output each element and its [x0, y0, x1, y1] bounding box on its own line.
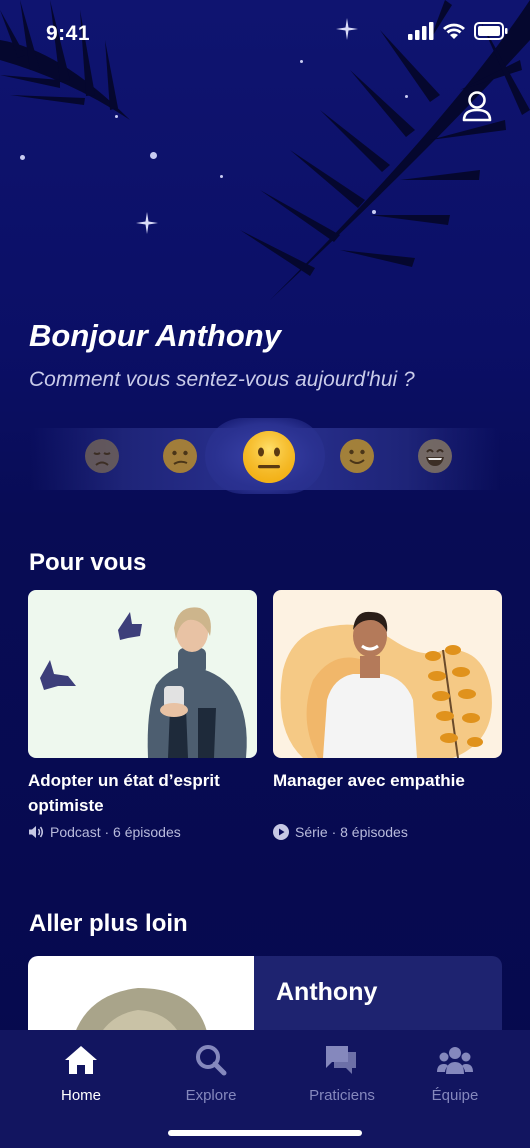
battery-icon	[474, 22, 508, 40]
mood-very-sad-icon[interactable]	[84, 438, 120, 474]
speaker-icon	[29, 826, 43, 838]
tab-explore[interactable]: Explore	[156, 1044, 266, 1104]
woman-illustration	[40, 607, 247, 758]
chat-icon	[326, 1046, 356, 1074]
status-time: 9:41	[46, 22, 91, 45]
man-illustration	[280, 611, 492, 758]
card-title: Adopter un état d’esprit optimiste	[28, 771, 220, 815]
mood-sad-icon[interactable]	[162, 438, 198, 474]
section-title-for-you: Pour vous	[29, 549, 147, 576]
card-image	[273, 590, 502, 758]
mood-neutral-icon[interactable]	[242, 430, 296, 484]
mood-selector	[0, 418, 530, 494]
mood-question: Comment vous sentez-vous aujourd'hui ?	[29, 368, 415, 391]
app-screen: 9:41 Bonjour Anthony Comment vous sentez…	[0, 0, 530, 1148]
star-decoration	[20, 155, 25, 160]
star-decoration	[405, 95, 408, 98]
mood-very-happy-icon[interactable]	[417, 438, 453, 474]
star-decoration	[220, 175, 223, 178]
tab-practitioners[interactable]: Praticiens	[287, 1044, 397, 1104]
card-image	[28, 590, 257, 758]
home-icon	[65, 1046, 97, 1074]
signal-icon	[408, 22, 434, 40]
team-icon	[437, 1047, 473, 1074]
star-decoration	[150, 152, 157, 159]
greeting-title: Bonjour Anthony	[29, 318, 281, 353]
star-decoration	[115, 115, 118, 118]
mood-happy-icon[interactable]	[339, 438, 375, 474]
tab-label: Explore	[185, 1087, 237, 1104]
sparkle-icon	[136, 212, 158, 234]
tab-label: Équipe	[431, 1087, 479, 1104]
play-icon	[273, 824, 289, 840]
profile-icon[interactable]	[462, 90, 492, 122]
status-bar: 9:41	[0, 0, 530, 60]
home-indicator[interactable]	[168, 1130, 362, 1136]
content-card-series[interactable]: Manager avec empathie Série · 8 épisodes	[273, 590, 502, 840]
star-decoration	[372, 210, 376, 214]
tab-home[interactable]: Home	[26, 1044, 136, 1104]
search-icon	[196, 1045, 227, 1076]
star-decoration	[300, 60, 303, 63]
card-title: Manager avec empathie	[273, 771, 465, 790]
tab-label: Praticiens	[309, 1087, 375, 1104]
card-meta: Podcast · 6 épisodes	[50, 824, 181, 840]
tab-label: Home	[60, 1087, 101, 1104]
card-meta: Série · 8 épisodes	[295, 824, 408, 840]
tab-team[interactable]: Équipe	[400, 1044, 510, 1104]
content-card-podcast[interactable]: Adopter un état d’esprit optimiste Podca…	[28, 590, 257, 840]
section-title-go-further: Aller plus loin	[29, 910, 188, 937]
practitioner-name: Anthony	[276, 978, 378, 1006]
wifi-icon	[443, 23, 465, 39]
